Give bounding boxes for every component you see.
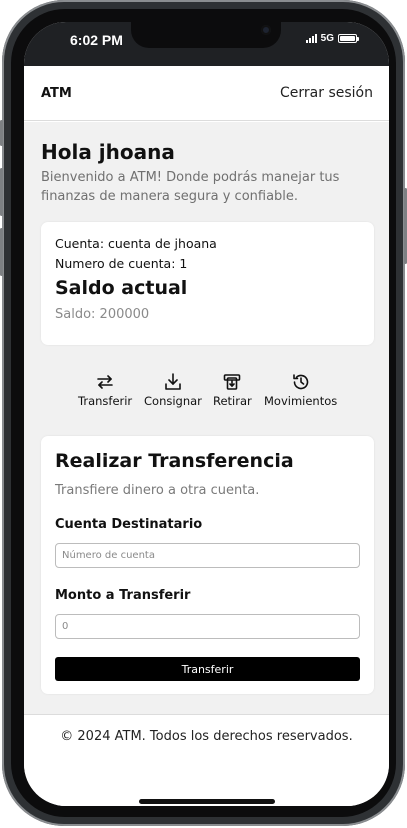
amount-label: Monto a Transferir xyxy=(55,588,191,603)
action-label: Movimientos xyxy=(264,394,338,408)
network-type: 5G xyxy=(320,33,334,44)
transfer-submit-button[interactable]: Transferir xyxy=(55,657,360,681)
account-card: Cuenta: cuenta de jhoana Numero de cuent… xyxy=(41,222,374,345)
battery-icon xyxy=(338,34,359,43)
action-transferir[interactable]: Transferir xyxy=(78,372,132,408)
destination-label: Cuenta Destinatario xyxy=(55,517,203,532)
greeting-title: Hola jhoana xyxy=(41,140,175,164)
transfer-title: Realizar Transferencia xyxy=(55,450,294,472)
status-time: 6:02 PM xyxy=(70,32,123,48)
action-label: Retirar xyxy=(213,394,252,408)
footer-copyright: © 2024 ATM. Todos los derechos reservado… xyxy=(60,729,353,744)
phone-screen: 6:02 PM 5G ATM Cerrar sesión Hola jhoana… xyxy=(24,22,389,806)
logout-link[interactable]: Cerrar sesión xyxy=(280,85,373,101)
transfer-subtitle: Transfiere dinero a otra cuenta. xyxy=(55,483,260,498)
atm-withdraw-icon xyxy=(224,374,241,390)
transfer-arrows-icon xyxy=(97,375,113,389)
action-button xyxy=(0,120,3,146)
status-indicators: 5G xyxy=(305,33,359,44)
action-consignar[interactable]: Consignar xyxy=(144,372,202,408)
action-label: Consignar xyxy=(144,394,202,408)
dynamic-island xyxy=(131,22,281,48)
phone-frame: 6:02 PM 5G ATM Cerrar sesión Hola jhoana… xyxy=(0,0,407,826)
action-retirar[interactable]: Retirar xyxy=(213,372,252,408)
home-indicator[interactable] xyxy=(139,799,275,804)
main-content: Hola jhoana Bienvenido a ATM! Donde podr… xyxy=(24,122,389,714)
destination-account-input[interactable] xyxy=(55,543,360,568)
account-name: Cuenta: cuenta de jhoana xyxy=(55,236,217,251)
account-number: Numero de cuenta: 1 xyxy=(55,256,188,271)
download-tray-icon xyxy=(165,373,181,390)
volume-down-button xyxy=(0,228,3,276)
brand-logo[interactable]: ATM xyxy=(41,86,72,101)
volume-up-button xyxy=(0,168,3,216)
amount-input[interactable] xyxy=(55,614,360,639)
app-footer: © 2024 ATM. Todos los derechos reservado… xyxy=(24,714,389,806)
front-camera xyxy=(261,25,271,35)
history-clock-icon xyxy=(292,374,308,390)
status-bar: 6:02 PM 5G xyxy=(24,22,389,66)
balance-title: Saldo actual xyxy=(55,277,188,299)
welcome-message: Bienvenido a ATM! Donde podrás manejar t… xyxy=(41,170,340,204)
transfer-card: Realizar Transferencia Transfiere dinero… xyxy=(41,436,374,694)
quick-actions: Transferir Consignar Retirar Movimientos xyxy=(24,372,389,412)
signal-icon xyxy=(305,34,317,43)
app-header: ATM Cerrar sesión xyxy=(24,66,389,121)
balance-value: Saldo: 200000 xyxy=(55,307,150,322)
action-label: Transferir xyxy=(78,394,133,408)
action-movimientos[interactable]: Movimientos xyxy=(264,372,337,408)
